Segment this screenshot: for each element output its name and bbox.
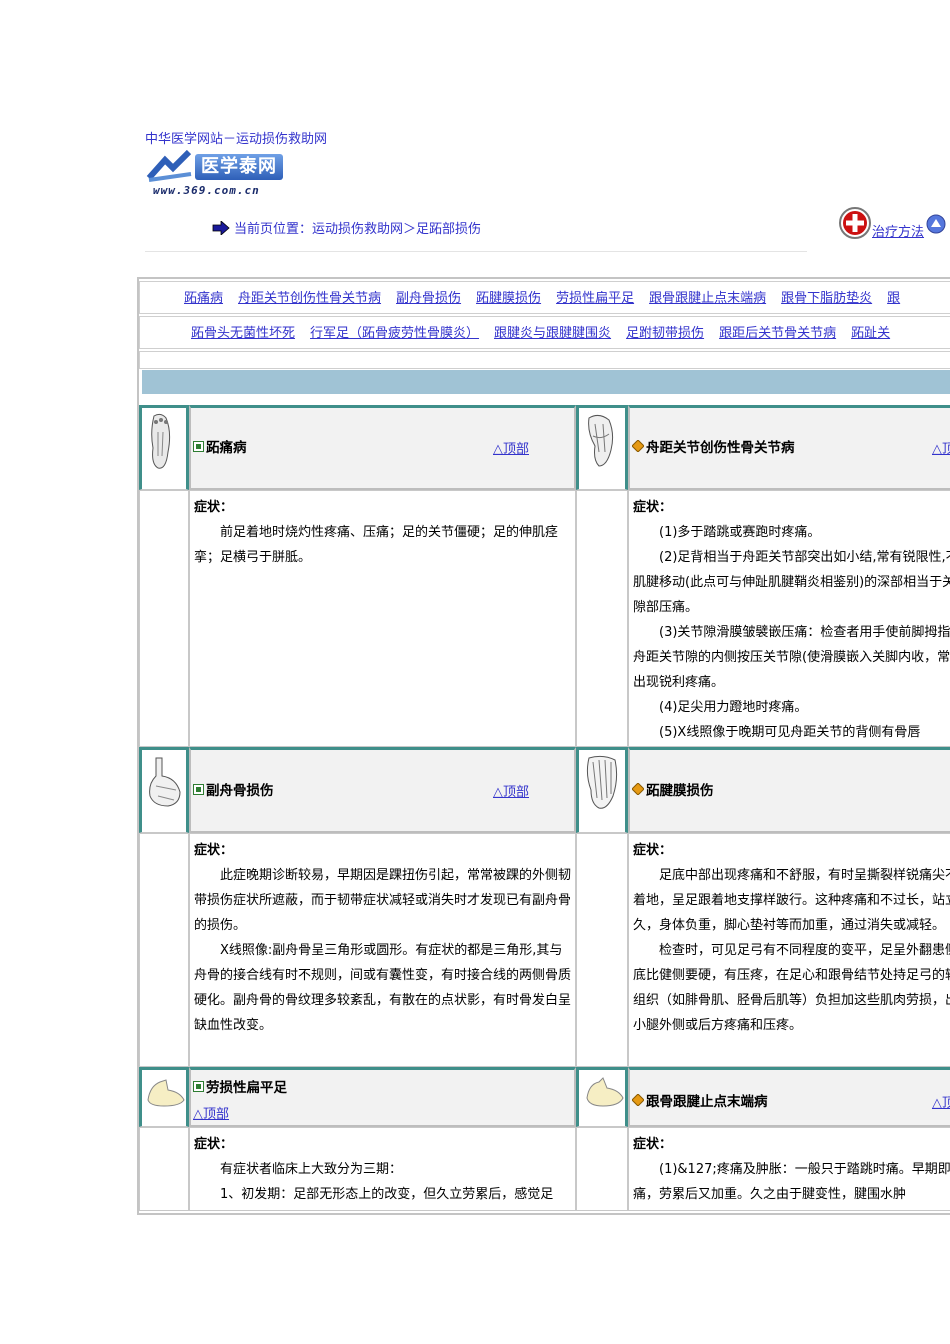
breadcrumb: 当前页位置：运动损伤救助网＞足跖部损伤 (212, 218, 481, 237)
foot-image-cell (576, 747, 628, 833)
nav-link[interactable]: 行军足（跖骨疲劳性骨膜炎） (310, 326, 479, 341)
up-arrow-circle-icon[interactable] (926, 214, 946, 234)
symptom-label: 症状： (633, 843, 673, 858)
section-body: 症状： 足底中部出现疼痛和不舒服，有时呈撕裂样锐痛尖不能着地，呈足跟着地支撑样跛… (628, 833, 950, 1067)
nav-link[interactable]: 跖趾关 (851, 326, 890, 341)
foot-skeleton-icon (586, 755, 618, 809)
paragraph: (3)关节隙滑膜皱襞嵌压痛：检查者用手使前脚拇指由舟距关节隙的内侧按压关节隙(使… (633, 625, 950, 690)
arrow-right-icon (212, 220, 230, 235)
foot-image-cell (139, 747, 189, 833)
section-body: 症状： 前足着地时烧灼性疼痛、压痛；足的关节僵硬；足的伸肌痉挛；足横弓于胼胝。 (189, 490, 576, 747)
foot-image-cell (576, 1067, 628, 1127)
nav-link[interactable]: 跟腱炎与跟腱腱围炎 (494, 326, 611, 341)
nav-link[interactable]: 跟距后关节骨关节病 (719, 326, 836, 341)
section-title: 劳损性扁平足 (206, 1080, 287, 1096)
symptom-label: 症状： (194, 500, 234, 515)
spacer-cell (139, 833, 189, 1067)
bullet-square-icon (193, 440, 204, 452)
section-header: 跖痛病 △顶部 (189, 405, 576, 490)
section-header: 跖腱膜损伤 (628, 747, 950, 833)
topic-nav-row-2: 跖骨头无菌性坏死 行军足（跖骨疲劳性骨膜炎） 跟腱炎与跟腱腱围炎 足跗韧带损伤 跟距后关… (139, 316, 950, 349)
paragraph: 1、初发期：足部无形态上的改变，但久立劳累后，感觉足 (220, 1187, 554, 1202)
foot-sole-icon (151, 413, 171, 469)
therapy-link[interactable]: 治疗方法 (872, 221, 924, 240)
logo-text: 医学泰网 (195, 154, 283, 180)
nav-link[interactable]: 劳损性扁平足 (556, 291, 634, 306)
spacer-cell (576, 833, 628, 1067)
site-logo[interactable]: 医学泰网 www.369.com.cn (145, 150, 301, 200)
back-to-top-link[interactable]: △顶部 (493, 438, 529, 457)
symptom-label: 症状： (633, 1137, 673, 1152)
section-body: 症状： (1)&127;疼痛及肿胀：一般只于踏跳时痛。早期即不痛，劳累后又加重。… (628, 1127, 950, 1211)
symptom-label: 症状： (633, 500, 673, 515)
foot-image-cell (139, 405, 189, 490)
bullet-diamond-icon (632, 1094, 644, 1106)
nav-link[interactable]: 足跗韧带损伤 (626, 326, 704, 341)
section-header: 跟骨跟腱止点末端病 △顶部 (628, 1067, 950, 1127)
heel-icon (586, 1077, 624, 1107)
site-title[interactable]: 中华医学网站－运动损伤救助网 (145, 128, 327, 147)
bullet-diamond-icon (632, 440, 644, 452)
nav-link[interactable]: 跖骨头无菌性坏死 (191, 326, 295, 341)
nav-link[interactable]: 副舟骨损伤 (396, 291, 461, 306)
section-header: 副舟骨损伤 △顶部 (189, 747, 576, 833)
section-header: 劳损性扁平足 △顶部 (189, 1067, 576, 1127)
paragraph: (1)&127;疼痛及肿胀：一般只于踏跳时痛。早期即不痛，劳累后又加重。久之由于… (633, 1162, 950, 1202)
section-title: 跟骨跟腱止点末端病 (646, 1094, 768, 1110)
nav-link[interactable]: 跟骨跟腱止点末端病 (649, 291, 766, 306)
flat-foot-icon (147, 1079, 185, 1107)
section-body: 症状： 此症晚期诊断较易，早期因是踝扭伤引起，常常被踝的外侧韧带损伤症状所遮蔽，… (189, 833, 576, 1067)
section-body: 症状： (1)多于踏跳或赛跑时疼痛。 (2)足背相当于舟距关节部突出如小结,常有… (628, 490, 950, 747)
symptom-label: 症状： (194, 1137, 234, 1152)
nav-link[interactable]: 跟 (887, 291, 900, 306)
logo-swoosh-icon (146, 150, 192, 182)
nav-link[interactable]: 跟骨下脂肪垫炎 (781, 291, 872, 306)
paragraph: X线照像:副舟骨呈三角形或圆形。有症状的都是三角形,其与舟骨的接合线有时不规则，… (194, 943, 572, 1033)
red-cross-icon (839, 207, 871, 239)
section-title: 舟距关节创伤性骨关节病 (646, 440, 795, 456)
nav-link[interactable]: 舟距关节创伤性骨关节病 (238, 291, 381, 306)
section-body: 症状： 有症状者临床上大致分为三期： 1、初发期：足部无形态上的改变，但久立劳累… (189, 1127, 576, 1211)
paragraph: (5)X线照像于晚期可见舟距关节的背侧有骨唇 (659, 725, 921, 740)
section-header: 舟距关节创伤性骨关节病 △顶部 (628, 405, 950, 490)
therapy-nav: 治疗方法 (838, 206, 946, 240)
paragraph: 检查时，可见足弓有不同程度的变平，足呈外翻患侧足底比健侧要硬，有压疼，在足心和跟… (633, 943, 950, 1033)
paragraph: 有症状者临床上大致分为三期： (220, 1162, 403, 1177)
breadcrumb-text: 当前页位置：运动损伤救助网＞足跖部损伤 (234, 222, 482, 237)
header-divider (145, 251, 807, 252)
section-title: 跖腱膜损伤 (646, 783, 714, 799)
spacer-cell (576, 1127, 628, 1211)
bullet-square-icon (193, 1080, 204, 1092)
spacer-cell (576, 490, 628, 747)
section-title: 副舟骨损伤 (206, 783, 274, 799)
paragraph: (2)足背相当于舟距关节部突出如小结,常有锐限性,不随肌腱移动(此点可与伸趾肌腱… (633, 550, 950, 615)
paragraph: (4)足尖用力蹬地时疼痛。 (659, 700, 808, 715)
back-to-top-link[interactable]: △顶部 (493, 781, 529, 800)
paragraph: (1)多于踏跳或赛跑时疼痛。 (659, 525, 821, 540)
paragraph: 此症晚期诊断较易，早期因是踝扭伤引起，常常被踝的外侧韧带损伤症状所遮蔽，而于韧带… (194, 868, 572, 933)
spacer-cell (139, 490, 189, 747)
foot-image-cell (576, 405, 628, 490)
paragraph: 足底中部出现疼痛和不舒服，有时呈撕裂样锐痛尖不能着地，呈足跟着地支撑样跛行。这种… (633, 868, 950, 933)
back-to-top-link[interactable]: △顶部 (932, 1092, 950, 1111)
foot-image-cell (139, 1067, 189, 1127)
bullet-diamond-icon (632, 783, 644, 795)
section-title: 跖痛病 (206, 440, 247, 456)
paragraph: 前足着地时烧灼性疼痛、压痛；足的关节僵硬；足的伸肌痉挛；足横弓于胼胝。 (194, 525, 559, 565)
back-to-top-link[interactable]: △顶部 (932, 438, 950, 457)
nav-link[interactable]: 跖腱膜损伤 (476, 291, 541, 306)
nav-link[interactable]: 跖痛病 (184, 291, 223, 306)
ankle-bones-icon (149, 757, 181, 807)
symptom-label: 症状： (194, 843, 234, 858)
spacer-cell (139, 1127, 189, 1211)
content-frame: 跖痛病 舟距关节创伤性骨关节病 副舟骨损伤 跖腱膜损伤 劳损性扁平足 跟骨跟腱止点末端病跟… (137, 277, 950, 1215)
section-band (142, 370, 950, 394)
spacer-row (139, 351, 950, 369)
logo-url: www.369.com.cn (153, 184, 260, 197)
bullet-square-icon (193, 783, 204, 795)
foot-bones-icon (588, 414, 614, 467)
topic-nav-row-1: 跖痛病 舟距关节创伤性骨关节病 副舟骨损伤 跖腱膜损伤 劳损性扁平足 跟骨跟腱止点末端病跟… (139, 281, 950, 314)
back-to-top-link[interactable]: △顶部 (193, 1103, 229, 1122)
